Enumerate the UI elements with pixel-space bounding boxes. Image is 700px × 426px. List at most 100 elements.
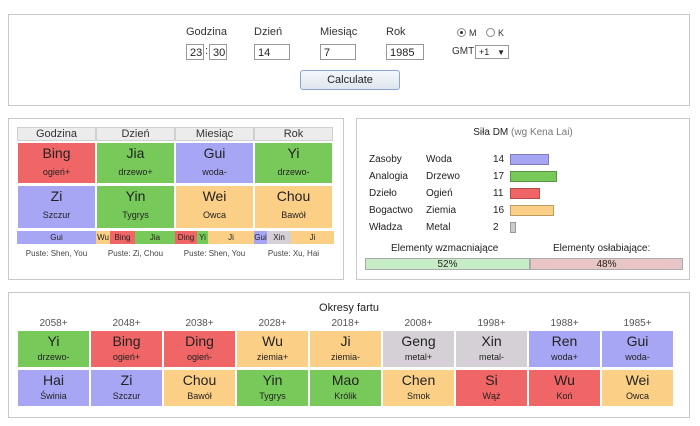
luck-stem-cell: Ren woda+	[528, 330, 601, 368]
minute-input[interactable]: 30	[209, 44, 227, 60]
time-colon: :	[205, 45, 209, 57]
year-label: Rok	[386, 26, 406, 38]
strength-category: Zasoby	[369, 154, 402, 165]
luck-branch-name: Mao	[331, 372, 360, 388]
luck-branch-cell: Si Wąż	[455, 369, 528, 407]
strength-bar	[510, 205, 554, 216]
stem-element: drzewo-	[277, 167, 310, 177]
luck-stem-name: Gui	[626, 333, 649, 349]
chevron-down-icon: ▼	[497, 48, 505, 57]
pillar-header: Godzina	[17, 127, 96, 141]
luck-periods-panel: Okresy fartu 2058+ 2048+ 2038+ 2028+ 2018+ 20…	[8, 292, 690, 418]
luck-branch-name: Wu	[554, 372, 575, 388]
luck-stem-cell: Bing ogień+	[90, 330, 163, 368]
gmt-label: GMT	[452, 46, 475, 57]
pillar-header: Rok	[254, 127, 333, 141]
pillar-header: Dzień	[96, 127, 175, 141]
luck-branch-name: Chen	[401, 372, 436, 388]
gender-m-radio[interactable]	[457, 28, 466, 37]
empty-branches-note: Puste: Shen, You	[25, 249, 88, 258]
hidden-stem: Gui	[254, 231, 267, 244]
luck-stem-name: Bing	[112, 333, 141, 349]
weakening-percent: 48%	[530, 258, 683, 270]
luck-stem-cell: Geng metal+	[382, 330, 455, 368]
luck-stem-element: ziemia-	[330, 352, 360, 362]
strength-value: 14	[493, 154, 505, 165]
branch-animal: Bawół	[281, 210, 306, 220]
strength-category: Analogia	[369, 171, 408, 182]
branch-name: Wei	[202, 188, 227, 204]
luck-branch-animal: Owca	[625, 391, 649, 401]
stem-element: ogień+	[42, 167, 71, 177]
strength-bar	[510, 188, 540, 199]
luck-branch-animal: Tygrys	[259, 391, 286, 401]
calculate-button[interactable]: Calculate	[300, 70, 400, 90]
month-input[interactable]: 7	[320, 44, 356, 60]
hidden-stem: Jia	[135, 231, 175, 244]
hidden-stems-row: Gui	[17, 231, 96, 244]
stem-name: Bing	[42, 145, 71, 161]
strength-balance-bar: 52% 48%	[365, 258, 683, 270]
luck-stem-cell: Yi drzewo-	[17, 330, 90, 368]
year-input[interactable]: 1985	[386, 44, 424, 60]
stem-name: Gui	[203, 145, 226, 161]
hour-input[interactable]: 23	[186, 44, 204, 60]
hidden-stems-row: Gui Xin Ji	[254, 231, 334, 244]
luck-branch-cell: Wu Koń	[528, 369, 601, 407]
hidden-stem: Ji	[208, 231, 254, 244]
pillar-stem-cell: Yi drzewo-	[254, 142, 333, 184]
luck-stem-element: drzewo-	[37, 352, 70, 362]
gender-m-label: M	[469, 28, 477, 38]
empty-branches-note: Puste: Zi, Chou	[107, 249, 164, 258]
luck-year: 2048+	[112, 318, 141, 329]
luck-branch-cell: Chen Smok	[382, 369, 455, 407]
stem-name: Yi	[287, 145, 300, 161]
luck-stem-cell: Xin metal-	[455, 330, 528, 368]
luck-branch-name: Si	[485, 372, 498, 388]
luck-branch-name: Zi	[120, 372, 133, 388]
day-input[interactable]: 14	[254, 44, 290, 60]
strength-category: Bogactwo	[369, 205, 413, 216]
strength-value: 16	[493, 205, 505, 216]
pillar-branch-cell: Chou Bawół	[254, 185, 333, 229]
luck-stem-name: Ren	[551, 333, 578, 349]
luck-branch-cell: Wei Owca	[601, 369, 674, 407]
luck-stem-name: Ding	[185, 333, 214, 349]
strengthening-percent: 52%	[365, 258, 530, 270]
strength-value: 2	[493, 222, 499, 233]
luck-year: 2028+	[258, 318, 287, 329]
hidden-stem: Xin	[267, 231, 291, 244]
luck-branch-animal: Świnia	[40, 391, 67, 401]
gender-k-label: K	[498, 28, 505, 38]
luck-stem-name: Geng	[401, 333, 436, 349]
strength-title: Siła DM	[473, 127, 509, 138]
luck-branch-cell: Zi Szczur	[90, 369, 163, 407]
luck-stem-element: ogień+	[112, 352, 141, 362]
strength-element: Drzewo	[426, 171, 460, 182]
pillar-branch-cell: Yin Tygrys	[96, 185, 175, 229]
luck-stem-element: woda-	[625, 352, 650, 362]
pillar-branch-cell: Zi Szczur	[17, 185, 96, 229]
hidden-stem: Wu	[96, 231, 110, 244]
gender-k-radio[interactable]	[486, 28, 495, 37]
strength-value: 11	[493, 188, 504, 199]
luck-year: 2008+	[404, 318, 433, 329]
luck-stem-name: Wu	[262, 333, 283, 349]
branch-name: Zi	[50, 188, 63, 204]
stem-name: Jia	[126, 145, 145, 161]
luck-branch-name: Chou	[182, 372, 217, 388]
strength-bar	[510, 222, 516, 233]
branch-animal: Owca	[202, 210, 226, 220]
strength-category: Władza	[369, 222, 403, 233]
luck-branch-animal: Koń	[556, 391, 573, 401]
luck-stem-cell: Ding ogień-	[163, 330, 236, 368]
luck-branch-name: Yin	[262, 372, 283, 388]
four-pillars-panel: Godzina Dzień Miesiąc Rok Bing ogień+ Jia drzew…	[8, 118, 344, 280]
gmt-select[interactable]: +1 ▼	[475, 45, 509, 59]
luck-branch-animal: Wąż	[482, 391, 501, 401]
strength-bar	[510, 154, 549, 165]
strength-element: Ogień	[426, 188, 453, 199]
luck-year: 1985+	[623, 318, 652, 329]
empty-branches-note: Puste: Shen, You	[183, 249, 246, 258]
strengthening-label: Elementy wzmacniające	[391, 243, 499, 254]
